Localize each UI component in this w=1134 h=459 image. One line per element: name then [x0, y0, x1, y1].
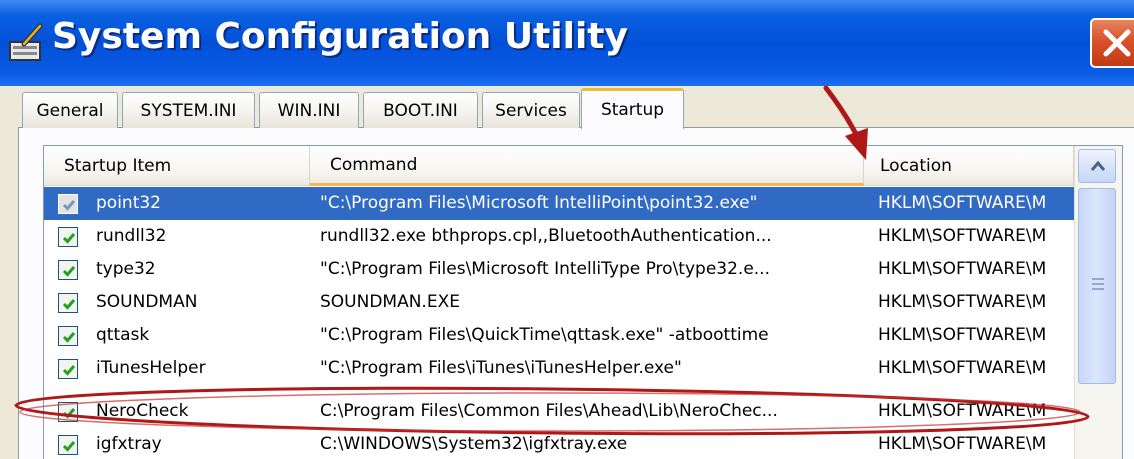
table-row[interactable]: SOUNDMAN SOUNDMAN.EXE HKLM\SOFTWARE\M — [44, 286, 1074, 319]
startup-location: HKLM\SOFTWARE\M — [878, 292, 1047, 312]
startup-item-name: point32 — [96, 193, 161, 213]
table-row[interactable]: rundll32 rundll32.exe bthprops.cpl,,Blue… — [44, 220, 1074, 253]
startup-command: SOUNDMAN.EXE — [320, 292, 460, 312]
close-icon — [1103, 29, 1131, 57]
table-row[interactable]: iTunesHelper "C:\Program Files\iTunes\iT… — [44, 352, 1074, 385]
checkmark-icon — [62, 441, 76, 452]
startup-checkbox[interactable] — [58, 227, 78, 247]
startup-item-name: igfxtray — [96, 434, 162, 454]
vertical-scrollbar[interactable] — [1074, 146, 1122, 459]
window-title: System Configuration Utility — [52, 16, 628, 57]
grip-line — [1092, 278, 1104, 280]
startup-checkbox[interactable] — [58, 359, 78, 379]
startup-location: HKLM\SOFTWARE\M — [878, 259, 1047, 279]
startup-checkbox[interactable] — [58, 326, 78, 346]
column-header-location[interactable]: Location — [864, 146, 1074, 186]
column-label: Location — [880, 156, 952, 176]
column-header-startup-item[interactable]: Startup Item — [44, 146, 310, 186]
close-button[interactable] — [1090, 18, 1134, 68]
scroll-up-button[interactable] — [1078, 149, 1116, 183]
tab-startup[interactable]: Startup — [581, 88, 684, 129]
column-label: Startup Item — [64, 156, 172, 176]
tab-label: Services — [495, 100, 567, 121]
table-row[interactable]: igfxtray C:\WINDOWS\System32\igfxtray.ex… — [44, 428, 1074, 459]
checkmark-icon — [62, 332, 76, 343]
startup-location: HKLM\SOFTWARE\M — [878, 358, 1047, 378]
tab-label: Startup — [600, 100, 665, 120]
startup-command: "C:\Program Files\iTunes\iTunesHelper.ex… — [320, 358, 682, 378]
column-header-command[interactable]: Command — [310, 146, 864, 186]
startup-checkbox[interactable] — [58, 402, 78, 422]
scroll-thumb[interactable] — [1078, 188, 1116, 384]
msconfig-icon — [9, 23, 43, 61]
checkmark-icon — [62, 299, 76, 310]
tab-boot-ini[interactable]: BOOT.INI — [363, 92, 478, 128]
startup-location: HKLM\SOFTWARE\M — [878, 226, 1047, 246]
table-row[interactable]: point32 "C:\Program Files\Microsoft Inte… — [44, 187, 1074, 220]
checkmark-icon — [62, 233, 76, 244]
startup-item-name: qttask — [96, 325, 150, 345]
grip-line — [1092, 288, 1104, 290]
startup-checkbox[interactable] — [58, 194, 78, 214]
title-bar[interactable]: System Configuration Utility — [0, 0, 1134, 86]
startup-item-name: SOUNDMAN — [96, 292, 198, 312]
startup-command: rundll32.exe bthprops.cpl,,BluetoothAuth… — [320, 226, 772, 246]
startup-item-name: type32 — [96, 259, 156, 279]
startup-command: C:\WINDOWS\System32\igfxtray.exe — [320, 434, 628, 454]
startup-list[interactable]: Startup Item Command Location point32 "C… — [43, 145, 1123, 459]
tab-system-ini[interactable]: SYSTEM.INI — [122, 92, 255, 128]
tab-services[interactable]: Services — [482, 92, 580, 128]
startup-checkbox[interactable] — [58, 435, 78, 455]
startup-checkbox[interactable] — [58, 293, 78, 313]
tab-label: BOOT.INI — [383, 100, 458, 121]
startup-command: "C:\Program Files\Microsoft IntelliPoint… — [320, 193, 758, 213]
startup-command: "C:\Program Files\Microsoft IntelliType … — [320, 259, 770, 279]
table-row-nerocheck[interactable]: NeroCheck C:\Program Files\Common Files\… — [44, 395, 1074, 428]
startup-location: HKLM\SOFTWARE\M — [878, 401, 1047, 421]
table-row[interactable]: qttask "C:\Program Files\QuickTime\qttas… — [44, 319, 1074, 352]
startup-item-name: rundll32 — [96, 226, 167, 246]
tab-label: WIN.INI — [277, 100, 341, 121]
tab-general[interactable]: General — [22, 92, 118, 128]
startup-item-name: iTunesHelper — [96, 358, 206, 378]
startup-command: C:\Program Files\Common Files\Ahead\Lib\… — [320, 401, 778, 421]
startup-item-name: NeroCheck — [96, 401, 189, 421]
checkmark-icon — [62, 266, 76, 277]
chevron-up-icon — [1090, 160, 1106, 171]
startup-command: "C:\Program Files\QuickTime\qttask.exe" … — [320, 325, 769, 345]
startup-location: HKLM\SOFTWARE\M — [878, 434, 1047, 454]
tab-win-ini[interactable]: WIN.INI — [259, 92, 359, 128]
startup-location: HKLM\SOFTWARE\M — [878, 193, 1047, 213]
checkmark-icon — [62, 365, 76, 376]
list-header: Startup Item Command Location — [44, 146, 1122, 186]
startup-checkbox[interactable] — [58, 260, 78, 280]
checkmark-icon — [62, 200, 76, 211]
startup-location: HKLM\SOFTWARE\M — [878, 325, 1047, 345]
tab-label: SYSTEM.INI — [140, 100, 237, 121]
tab-label: General — [36, 100, 104, 121]
grip-line — [1092, 283, 1104, 285]
checkmark-icon — [62, 408, 76, 419]
column-label: Command — [330, 154, 418, 175]
table-row[interactable]: type32 "C:\Program Files\Microsoft Intel… — [44, 253, 1074, 286]
